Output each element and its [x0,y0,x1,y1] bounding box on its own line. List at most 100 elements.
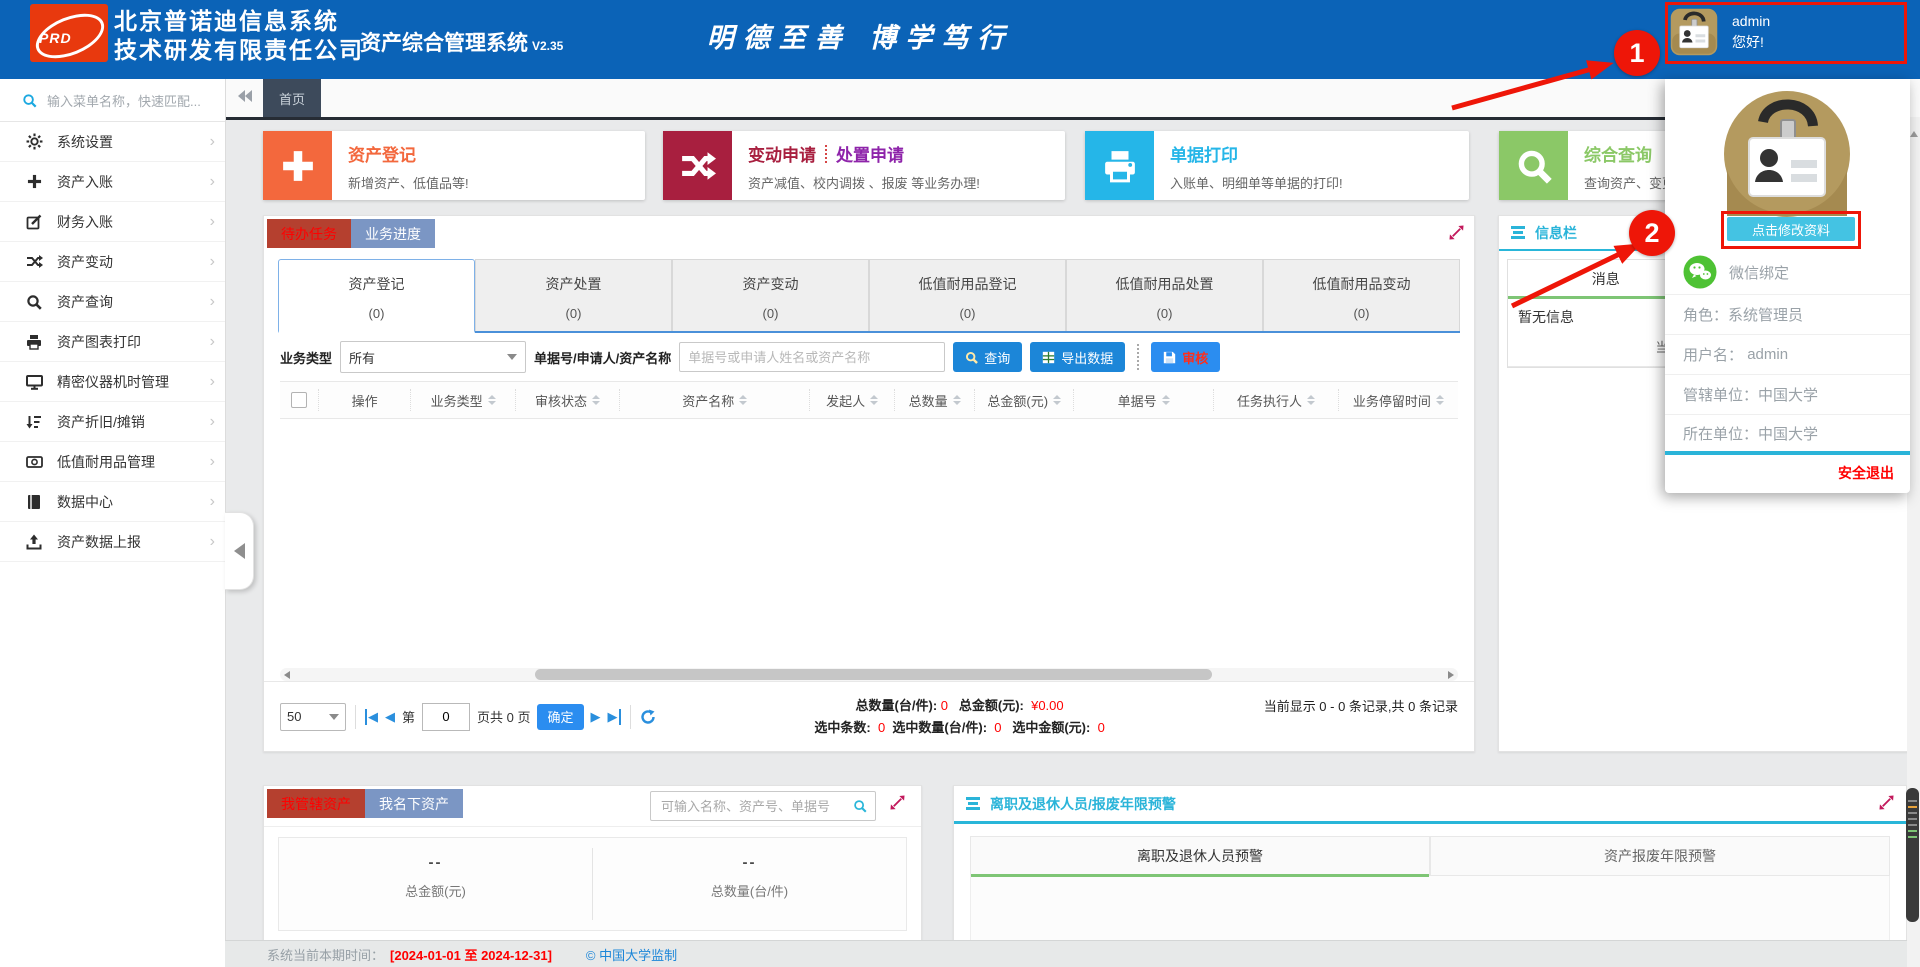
horizontal-scrollbar[interactable] [280,668,1458,681]
tab-assets-managed[interactable]: 我管辖资产 [267,789,365,818]
column-header: 操作 [319,389,412,411]
sort-icon [870,395,878,405]
first-page-button[interactable]: ◀ [365,709,378,725]
tab-todo-tasks[interactable]: 待办任务 [267,219,351,248]
sidebar-item-asset-change[interactable]: 资产变动› [0,242,225,282]
tab-retired-staff-warning[interactable]: 离职及退休人员预警 [970,836,1430,876]
header-user-area[interactable]: admin 您好! [1670,6,1900,58]
prev-page-button[interactable]: ◀ [385,709,395,725]
company-name: 北京普诺迪信息系统 技术研发有限责任公司 [114,7,364,65]
divider [355,705,356,729]
managed-unit-row: 管辖单位：中国大学 [1665,374,1910,414]
card-subtitle: 入账单、明细单等单据的打印! [1170,173,1343,192]
card-asset-register[interactable]: 资产登记 新增资产、低值品等! [263,131,645,200]
my-assets-panel: 我管辖资产 我名下资产 -- 总金额(元) -- 总数量(台/件) [263,785,922,942]
minimap-scrollbar-thumb[interactable] [1906,788,1919,922]
plus-icon [263,131,332,200]
sidebar-item-data-center[interactable]: 数据中心› [0,482,225,522]
subtab-lowvalue-register[interactable]: 低值耐用品登记(0) [869,259,1066,331]
subtab-asset-register[interactable]: 资产登记(0) [278,259,475,333]
menu-search-input[interactable]: 输入菜单名称，快速匹配... [0,79,225,122]
shuffle-icon [663,131,732,200]
sidebar-item-instrument-time[interactable]: 精密仪器机时管理› [0,362,225,402]
copyright-text[interactable]: © 中国大学监制 [586,945,677,964]
subtab-asset-disposal[interactable]: 资产处置(0) [475,259,672,331]
tab-assets-owned[interactable]: 我名下资产 [365,789,463,818]
sidebar-item-depreciation[interactable]: 资产折旧/摊销› [0,402,225,442]
page-number-input[interactable] [422,703,470,731]
edit-profile-button[interactable]: 点击修改资料 [1727,217,1855,241]
chevron-right-icon: › [210,174,215,190]
column-header[interactable]: 审核状态 [516,389,620,411]
sidebar-item-finance-entry[interactable]: 财务入账› [0,202,225,242]
doc-search-input[interactable] [679,342,945,372]
period-value: [2024-01-01 至 2024-12-31] [390,945,552,964]
next-page-button[interactable]: ▶ [591,709,601,725]
query-button[interactable]: 查询 [953,342,1022,372]
list-icon [1511,226,1527,239]
select-all-checkbox[interactable] [280,389,319,411]
managed-unit-value: 中国大学 [1758,384,1818,405]
column-header[interactable]: 单据号 [1074,389,1214,411]
sidebar-item-low-value-goods[interactable]: 低值耐用品管理› [0,442,225,482]
subtab-lowvalue-change[interactable]: 低值耐用品变动(0) [1263,259,1460,331]
totals-summary: 总数量(台/件): 0 总金额(元): ¥0.00 选中条数: 0 选中数量(台… [656,695,1264,739]
column-header[interactable]: 业务类型 [411,389,515,411]
user-profile-dropdown: 点击修改资料 微信绑定 角色：系统管理员 用户名： admin 管辖单位：中国大… [1665,79,1910,493]
scroll-up-icon[interactable] [1910,131,1918,137]
scrollbar-thumb[interactable] [535,669,1212,680]
card-change-disposal[interactable]: 变动申请 处置申请 资产减值、校内调拨 、报废 等业务办理! [663,131,1065,200]
dotted-divider [825,145,827,163]
sidebar-item-asset-query[interactable]: 资产查询› [0,282,225,322]
username-row: 用户名： admin [1665,334,1910,374]
tab-business-progress[interactable]: 业务进度 [351,219,435,248]
role-value: 系统管理员 [1728,304,1803,325]
plus-icon [24,174,44,189]
tab-home[interactable]: 首页 [263,79,321,117]
sort-icon [1307,395,1315,405]
logout-link[interactable]: 安全退出 [1838,463,1894,483]
page-size-select[interactable]: 50 [280,703,346,731]
subtab-asset-change[interactable]: 资产变动(0) [672,259,869,331]
column-header[interactable]: 资产名称 [620,389,810,411]
chevron-right-icon: › [210,454,215,470]
stat-total-quantity: -- 总数量(台/件) [593,838,906,930]
export-data-button[interactable]: 导出数据 [1030,342,1125,372]
expand-icon[interactable] [1449,225,1464,243]
confirm-page-button[interactable]: 确定 [537,704,583,730]
sidebar-item-asset-chart-print[interactable]: 资产图表打印› [0,322,225,362]
column-header[interactable]: 总数量 [895,389,976,411]
audit-button[interactable]: 审核 [1151,342,1220,372]
refresh-icon[interactable] [640,709,656,725]
sidebar-collapse-handle[interactable] [225,512,254,590]
card-print-receipts[interactable]: 单据打印 入账单、明细单等单据的打印! [1085,131,1469,200]
scroll-left-icon[interactable] [284,671,290,679]
column-header[interactable]: 业务停留时间 [1339,389,1458,411]
tab-scrap-age-warning[interactable]: 资产报废年限预警 [1430,836,1890,876]
todo-tasks-panel: 待办任务 业务进度 资产登记(0) 资产处置(0) 资产变动(0) 低值耐用品登… [263,215,1475,752]
last-page-button[interactable]: ▶ [608,709,621,725]
business-type-select[interactable]: 所有 [340,341,526,373]
tabs-scroll-left-icon[interactable] [237,89,253,106]
expand-icon[interactable] [1879,795,1894,813]
selected-qty-value: 0 [994,720,1001,735]
sidebar-item-system-settings[interactable]: 系统设置› [0,122,225,162]
school-motto: 明德至善 博学笃行 [690,16,1030,55]
asset-search-box[interactable] [650,791,876,821]
business-type-label: 业务类型 [280,348,332,367]
column-header[interactable]: 发起人 [810,389,895,411]
selected-amt-value: 0 [1098,720,1105,735]
scroll-right-icon[interactable] [1448,671,1454,679]
wechat-bind-row[interactable]: 微信绑定 [1665,250,1910,294]
column-header[interactable]: 任务执行人 [1214,389,1338,411]
sidebar-item-asset-entry[interactable]: 资产入账› [0,162,225,202]
header-username: admin [1732,11,1770,32]
sidebar-item-data-report[interactable]: 资产数据上报› [0,522,225,562]
total-amt-value: ¥0.00 [1031,698,1064,713]
asset-search-input[interactable] [659,798,847,815]
dotted-divider [1137,344,1139,370]
subtab-lowvalue-disposal[interactable]: 低值耐用品处置(0) [1066,259,1263,331]
search-icon [24,294,44,310]
column-header[interactable]: 总金额(元) [975,389,1074,411]
expand-icon[interactable] [890,795,905,813]
